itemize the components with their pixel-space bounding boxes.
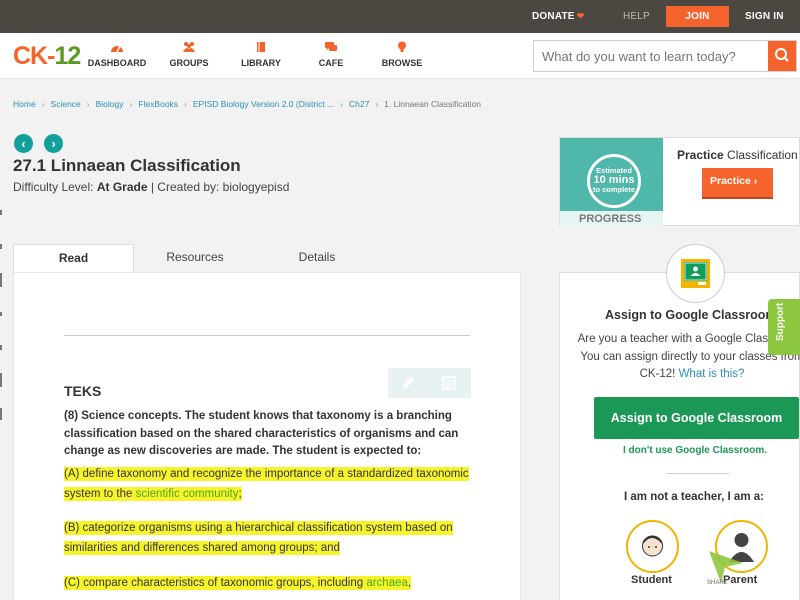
cafe-icon [325,42,337,51]
breadcrumb-current: 1. Linnaean Classification [384,99,482,109]
progress-label: PROGRESS [560,211,663,227]
search-box [533,40,797,72]
nav-dashboard[interactable]: DASHBOARD [82,41,152,68]
no-classroom-link[interactable]: I don't use Google Classroom. [623,445,767,456]
edit-toolbar [388,368,471,398]
divider [64,335,470,336]
search-icon [775,48,789,62]
objective-c: (C) compare characteristics of taxonomic… [64,576,412,590]
student-role-button[interactable] [626,520,679,573]
breadcrumb-biology[interactable]: Biology [96,99,124,109]
practice-button[interactable]: Practice › [702,168,773,197]
section-heading: TEKS [64,383,102,399]
donate-link[interactable]: DONATE ❤ [532,11,584,22]
role-prompt: I am not a teacher, I am a: [624,491,764,503]
groups-icon [183,42,195,52]
ck12-logo[interactable]: CK-12 [13,42,81,71]
nav-groups[interactable]: GROUPS [154,41,224,68]
notes-icon[interactable] [442,376,456,390]
student-label: Student [631,574,672,586]
practice-thumbnail[interactable]: Estimated 10 mins to complete PROGRESS [560,138,663,227]
search-button[interactable] [768,41,796,71]
previous-lesson-button[interactable]: ‹ [14,134,33,153]
tab-details[interactable]: Details [257,244,377,273]
objective-b: (B) categorize organisms using a hierarc… [64,521,453,555]
estimated-time-badge: Estimated 10 mins to complete [587,154,641,208]
practice-title: Practice Classification [677,148,798,162]
main-header: CK-12 DASHBOARD GROUPS LIBRARY CAFE BROW… [0,33,800,79]
classroom-title: Assign to Google Classroom [605,308,777,322]
top-bar: DONATE ❤ HELP JOIN SIGN IN [0,0,800,33]
difficulty-line: Difficulty Level: At Grade | Created by:… [13,180,290,194]
dashboard-icon [111,45,123,53]
divider [667,473,729,474]
objective-a: (A) define taxonomy and recognize the im… [64,467,469,501]
search-input[interactable] [534,41,768,71]
practice-card: Estimated 10 mins to complete PROGRESS Pra… [559,137,800,227]
chevron-right-icon: › [753,175,758,187]
join-button[interactable]: JOIN [666,6,729,27]
breadcrumb-chapter[interactable]: Ch27 [349,99,369,109]
google-classroom-icon [681,259,710,288]
nav-library[interactable]: LIBRARY [226,41,296,68]
next-lesson-button[interactable]: › [44,134,63,153]
breadcrumb-flexbooks[interactable]: FlexBooks [138,99,178,109]
heart-icon: ❤ [576,11,585,21]
support-tab[interactable]: Support [768,299,800,355]
page: { "topbar": { "donate": "DONATE", "help"… [0,0,800,600]
lesson-content: TEKS (8) Science concepts. The student k… [13,272,521,600]
browse-icon [398,41,406,52]
pencil-icon[interactable] [400,375,416,391]
page-title: 27.1 Linnaean Classification [13,156,241,175]
breadcrumb: Home › Science › Biology › FlexBooks › EPISD Bio… [13,99,482,109]
archaea-link[interactable]: archaea [366,577,408,589]
breadcrumb-book[interactable]: EPISD Biology Version 2.0 (District ... [193,99,334,109]
share-label: SHARE [707,580,728,586]
help-link[interactable]: HELP [623,11,650,22]
library-icon [257,42,265,52]
scientific-community-link[interactable]: scientific community [136,488,239,500]
tab-resources[interactable]: Resources [135,244,255,273]
classroom-description: Are you a teacher with a Google Classroo… [577,333,800,380]
classroom-badge [666,244,725,303]
student-icon [642,535,663,557]
what-is-this-link[interactable]: What is this? [679,368,745,380]
sign-in-link[interactable]: SIGN IN [745,11,784,22]
tab-read[interactable]: Read [13,244,134,274]
concept-statement: (8) Science concepts. The student knows … [64,410,459,457]
nav-cafe[interactable]: CAFE [296,41,366,68]
content-tabs: Read Resources Details [13,244,521,274]
nav-browse[interactable]: BROWSE [367,41,437,68]
breadcrumb-home[interactable]: Home [13,99,36,109]
assign-classroom-button[interactable]: Assign to Google Classroom [594,397,799,439]
breadcrumb-science[interactable]: Science [51,99,81,109]
